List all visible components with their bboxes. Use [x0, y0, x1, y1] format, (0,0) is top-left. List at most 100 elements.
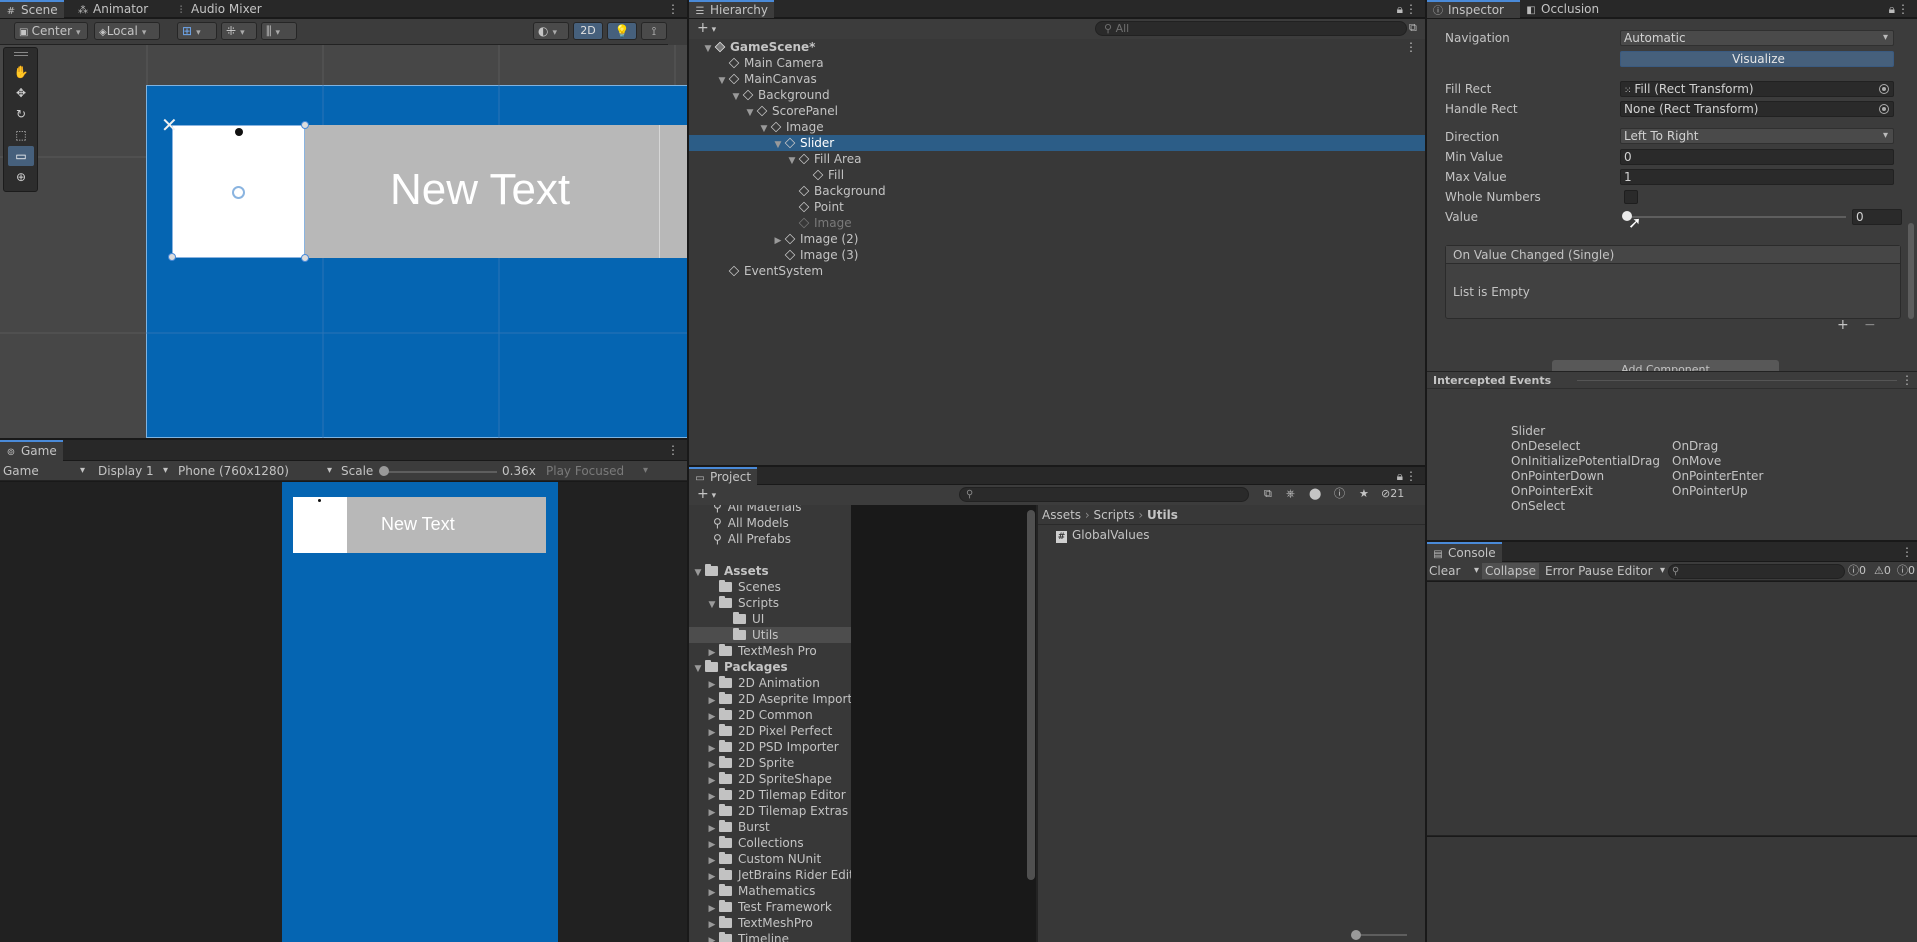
inspector-lock-icon[interactable]: 🔒︎	[1889, 0, 1895, 18]
scene-menu-icon[interactable]: ⋮	[1405, 39, 1417, 55]
project-tree-item[interactable]: ⚲ All Materials	[689, 505, 851, 515]
project-tree-item[interactable]: ▶ Timeline	[689, 931, 851, 942]
navigation-dropdown[interactable]: Automatic	[1620, 30, 1894, 46]
move-tool-icon[interactable]: ✥	[8, 83, 34, 103]
tab-project[interactable]: ▭ Project	[689, 467, 758, 485]
hierarchy-item[interactable]: ▼ Fill Area	[689, 151, 1425, 167]
collapsed-arrow-icon[interactable]: ▶	[707, 933, 717, 942]
event-add-button[interactable]: +	[1837, 317, 1849, 333]
favorite-star-icon[interactable]: ★	[1359, 486, 1369, 502]
hierarchy-item[interactable]: Main Camera	[689, 55, 1425, 71]
filter-by-type-icon[interactable]: ⬤	[1309, 486, 1321, 502]
hierarchy-menu-icon[interactable]: ⋮	[1405, 0, 1417, 18]
log-count-toggle[interactable]: ⓘ0	[1848, 563, 1866, 579]
transform-tool-icon[interactable]: ⊕	[8, 167, 34, 187]
project-tree-item[interactable]: UI	[689, 611, 851, 627]
draw-mode-dropdown[interactable]: ◐	[533, 22, 569, 40]
project-tree-item[interactable]: Scenes	[689, 579, 851, 595]
project-tree-item[interactable]: ▶ 2D Tilemap Editor	[689, 787, 851, 803]
game-viewport[interactable]: New Text	[0, 482, 687, 942]
hierarchy-item[interactable]: ▼ MainCanvas	[689, 71, 1425, 87]
rotate-tool-icon[interactable]: ↻	[8, 104, 34, 124]
editor-dropdown[interactable]: Editor ▾	[1617, 563, 1665, 579]
project-tree-item[interactable]: ▶JetBrains Rider Editor	[689, 867, 851, 883]
rect-tool-icon[interactable]: ▭	[8, 146, 34, 166]
object-picker-icon[interactable]	[1879, 104, 1889, 114]
project-tree-item[interactable]: ▶ 2D PSD Importer	[689, 739, 851, 755]
rect-corner-handle-tr[interactable]	[301, 121, 309, 129]
breadcrumb-item[interactable]: Utils	[1147, 508, 1178, 522]
scene-visibility-icon[interactable]: ⧉	[1409, 20, 1417, 36]
tool-palette-grip[interactable]	[14, 52, 28, 56]
tab-console[interactable]: ▤ Console	[1427, 542, 1502, 562]
anchor-icon[interactable]: ✕	[161, 115, 178, 135]
align-dropdown[interactable]: ⫼	[261, 22, 297, 40]
tab-occlusion[interactable]: ◧ Occlusion	[1520, 0, 1605, 18]
rect-corner-handle-br[interactable]	[301, 254, 309, 262]
toggle-2d-button[interactable]: 2D	[573, 22, 603, 40]
value-slider-track[interactable]	[1627, 216, 1846, 218]
hierarchy-item[interactable]: ▼ ScorePanel	[689, 103, 1425, 119]
breadcrumb-item[interactable]: Assets	[1042, 508, 1081, 522]
project-tree-item[interactable]: ▶ 2D SpriteShape	[689, 771, 851, 787]
hierarchy-item[interactable]: Background	[689, 183, 1425, 199]
project-tree-item[interactable]: ▼ Assets	[689, 563, 851, 579]
file-item[interactable]: # GlobalValues	[1056, 527, 1149, 543]
console-detail-area[interactable]	[1427, 837, 1917, 942]
scale-tool-icon[interactable]: ⬚	[8, 125, 34, 145]
max-value-field[interactable]: 1	[1620, 169, 1894, 185]
project-tree-item[interactable]: ▶ 2D Sprite	[689, 755, 851, 771]
rect-corner-handle-tl[interactable]	[168, 253, 176, 261]
hierarchy-item[interactable]: Fill	[689, 167, 1425, 183]
project-tree-item[interactable]: ⚲ All Models	[689, 515, 851, 531]
hierarchy-search-input[interactable]: ⚲ All	[1095, 21, 1407, 36]
project-tree-item[interactable]: ▶ Test Framework	[689, 899, 851, 915]
game-mode-dropdown[interactable]: Game ▾	[3, 463, 87, 479]
console-log-area[interactable]	[1427, 582, 1917, 836]
breadcrumb-item[interactable]: Scripts	[1094, 508, 1135, 522]
project-search-input[interactable]: ⚲	[959, 487, 1249, 502]
inspector-scrollbar[interactable]	[1908, 223, 1914, 319]
project-add-button[interactable]: + ▾	[697, 486, 716, 502]
hierarchy-lock-icon[interactable]: 🔒︎	[1397, 0, 1403, 18]
hierarchy-item[interactable]: ▼ Background	[689, 87, 1425, 103]
add-component-button[interactable]: Add Component	[1552, 360, 1779, 371]
clear-dropdown[interactable]: Clear ▾	[1429, 563, 1479, 579]
project-tree-item[interactable]: ⚲ All Prefabs	[689, 531, 851, 547]
search-by-type-icon[interactable]: ⧉	[1264, 486, 1272, 502]
collapse-toggle[interactable]: Collapse	[1482, 563, 1539, 579]
project-tree-item[interactable]: ▶ 2D Pixel Perfect	[689, 723, 851, 739]
tab-scene[interactable]: # Scene	[0, 0, 64, 18]
space-dropdown[interactable]: ◈Local	[94, 22, 160, 40]
project-tree-item[interactable]: ▶ 2D Tilemap Extras	[689, 803, 851, 819]
hierarchy-item[interactable]: ▼ Slider	[689, 135, 1425, 151]
intercepted-header[interactable]: Intercepted Events ⋮	[1427, 371, 1917, 389]
hierarchy-item[interactable]: ▼ Image	[689, 119, 1425, 135]
console-search-input[interactable]: ⚲	[1668, 564, 1845, 579]
scale-slider-track[interactable]	[383, 471, 497, 473]
object-picker-icon[interactable]	[1879, 84, 1889, 94]
toggle-lighting-button[interactable]: 💡	[607, 22, 637, 40]
fill-rect-field[interactable]: ⁙ Fill (Rect Transform)	[1620, 81, 1894, 97]
tab-inspector[interactable]: ⓘ Inspector	[1427, 0, 1520, 18]
error-count-toggle[interactable]: ⓘ0	[1897, 563, 1915, 579]
handle-rect-field[interactable]: None (Rect Transform)	[1620, 101, 1894, 117]
value-field[interactable]: 0	[1852, 209, 1902, 225]
intercepted-menu-icon[interactable]: ⋮	[1901, 371, 1913, 389]
log-icon[interactable]: ⓘ	[1334, 486, 1345, 502]
project-tree-item[interactable]: ▶ 2D Common	[689, 707, 851, 723]
scene-viewport[interactable]: New Text ✕	[0, 45, 687, 438]
scale-slider-thumb[interactable]	[379, 466, 389, 476]
event-remove-button[interactable]: −	[1864, 317, 1876, 333]
project-tree-scroll[interactable]	[1027, 510, 1035, 880]
hand-tool-icon[interactable]: ✋	[8, 62, 34, 82]
hierarchy-item[interactable]: EventSystem	[689, 263, 1425, 279]
project-tree-item[interactable]: ▶ TextMeshPro	[689, 915, 851, 931]
project-tree-item[interactable]: ▶ 2D Animation	[689, 675, 851, 691]
increment-snap-dropdown[interactable]: ⁜	[221, 22, 257, 40]
scene-menu-icon[interactable]: ⋮	[667, 0, 679, 18]
project-tree-item[interactable]: ▶2D Aseprite Importer	[689, 691, 851, 707]
console-menu-icon[interactable]: ⋮	[1901, 543, 1913, 561]
direction-dropdown[interactable]: Left To Right	[1620, 128, 1894, 144]
project-tree-item[interactable]: Utils	[689, 627, 851, 643]
